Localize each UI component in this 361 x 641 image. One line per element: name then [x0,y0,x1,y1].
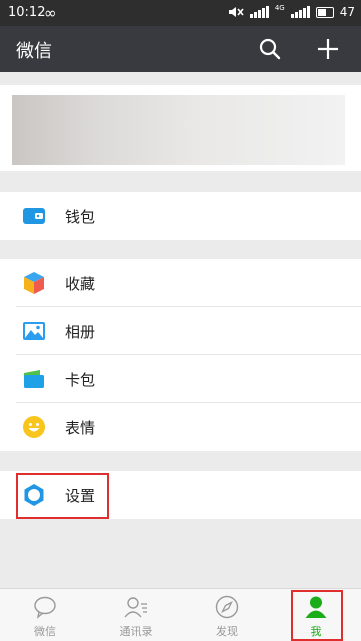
contacts-icon [124,597,147,618]
profile-card[interactable] [0,85,361,171]
bottom-tab-bar: 微信 通讯录 发现 我 [0,588,361,641]
album-icon [23,322,45,340]
mute-icon [228,7,244,17]
tab-label: 微信 [34,625,56,638]
menu-item-wallet[interactable]: 钱包 [0,192,361,240]
tab-discover[interactable]: 发现 [182,589,272,641]
menu-item-label: 卡包 [65,371,96,389]
tab-label: 通讯录 [119,625,153,638]
network-type: 4G [274,4,285,12]
cards-icon [24,370,44,388]
menu-item-favorites[interactable]: 收藏 [0,259,361,307]
settings-highlight-box [16,473,109,519]
status-bar: 10:12 ∞ 4G 47 [0,0,361,26]
menu-item-label: 表情 [65,419,96,437]
profile-blurred-area [12,95,345,165]
infinity-icon: ∞ [44,4,57,22]
menu-item-label: 相册 [65,323,96,341]
signal-icon [249,6,269,18]
signal-icon-2 [290,6,310,18]
page-title: 微信 [16,41,52,62]
menu-item-album[interactable]: 相册 [0,307,361,355]
tab-chats[interactable]: 微信 [0,589,90,641]
menu-item-label: 钱包 [65,208,96,226]
menu-item-cards[interactable]: 卡包 [0,355,361,403]
status-time: 10:12 [8,5,46,20]
tab-label: 发现 [216,625,238,638]
battery-icon [315,6,334,18]
features-group: 收藏 相册 卡包 表情 [0,259,361,451]
me-tab-highlight-box [291,590,343,641]
tab-contacts[interactable]: 通讯录 [91,589,181,641]
add-icon[interactable] [316,37,340,61]
favorites-cube-icon [24,272,44,294]
wallet-icon [23,208,45,224]
search-icon[interactable] [258,37,282,61]
battery-level: 47 [339,5,355,19]
title-bar: 微信 [0,26,361,72]
wallet-group: 钱包 [0,192,361,240]
menu-item-label: 收藏 [65,275,96,293]
chat-bubble-icon [34,596,56,619]
menu-item-stickers[interactable]: 表情 [0,403,361,451]
status-icons: 4G 47 [228,4,355,19]
compass-icon [215,595,239,619]
smiley-icon [23,416,45,438]
